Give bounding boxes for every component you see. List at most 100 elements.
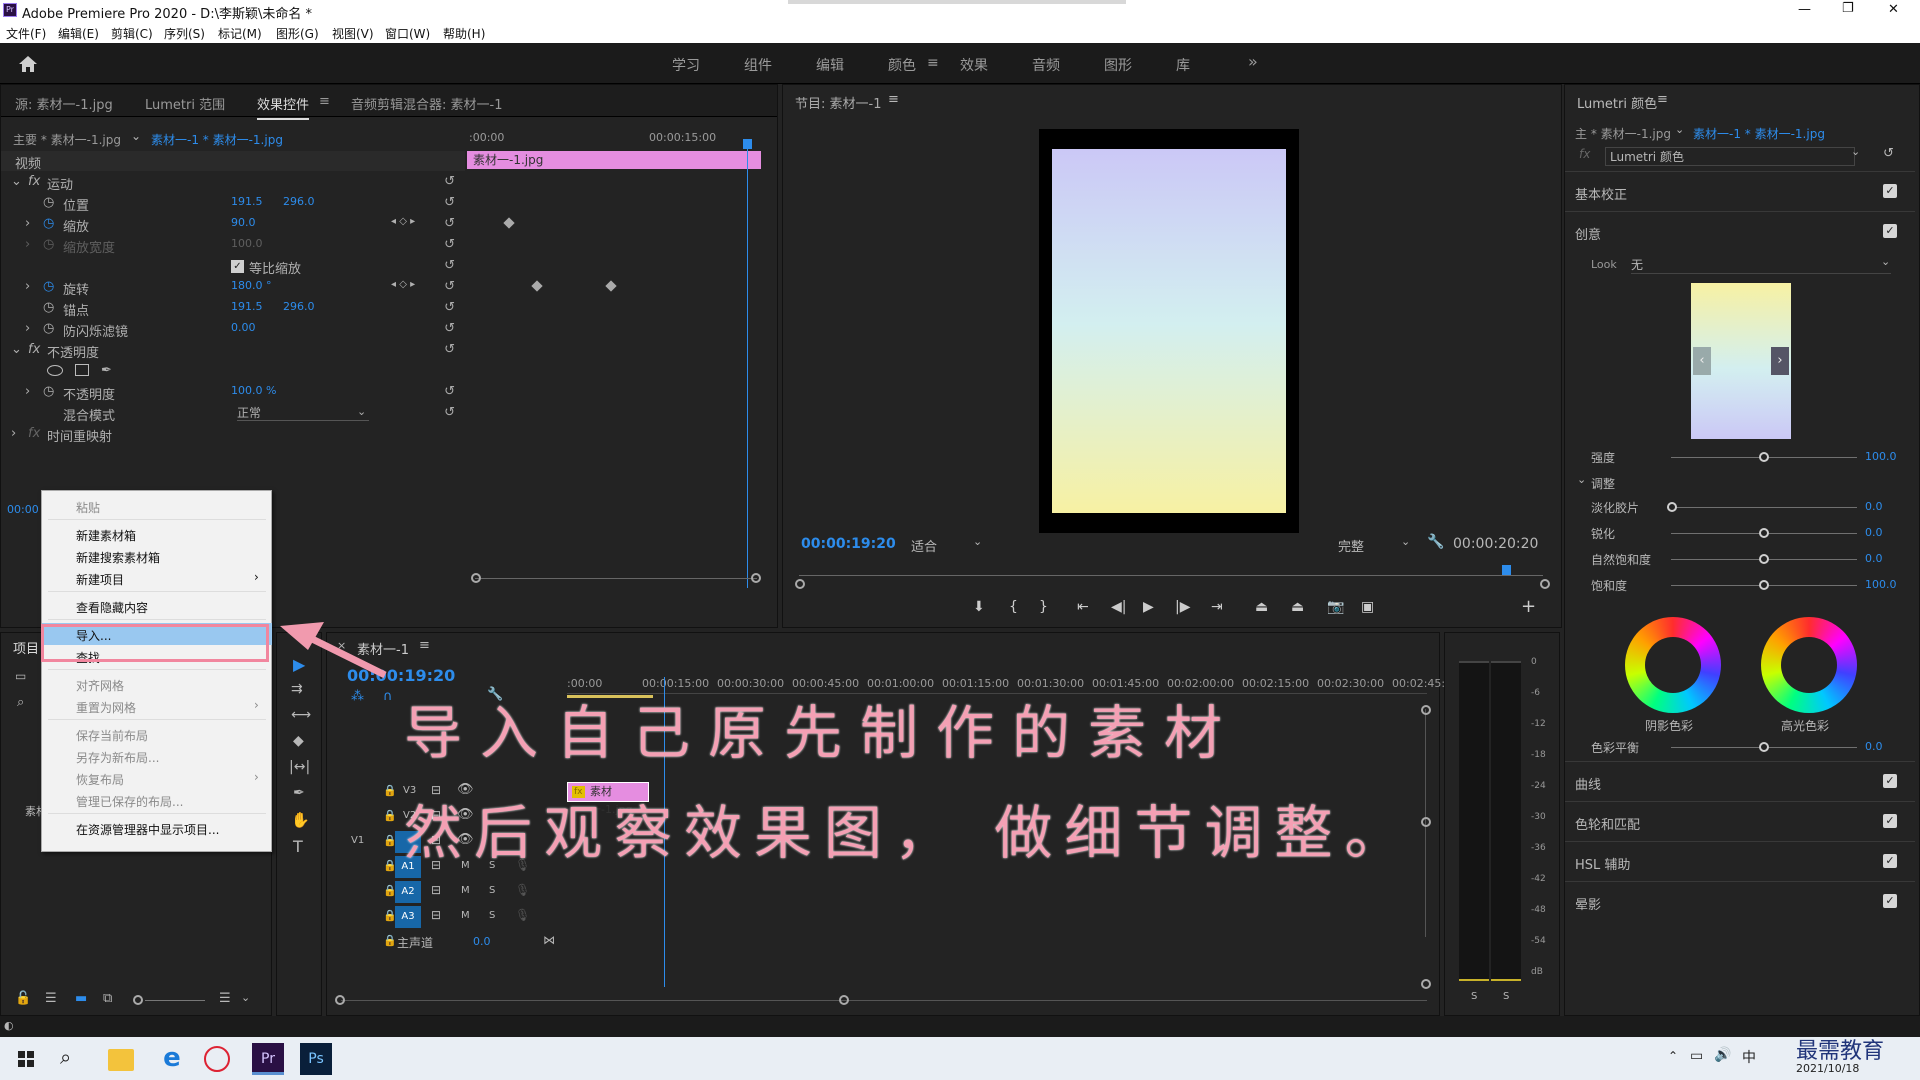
adjust-slider-value[interactable]: 0.0 <box>1865 552 1883 565</box>
step-forward-icon[interactable]: |▶ <box>1175 599 1190 615</box>
expand-arrow-icon[interactable]: › <box>11 426 16 441</box>
effect-opacity[interactable]: ⌄ fx 不透明度 ↺ <box>1 340 465 361</box>
chevron-down-icon[interactable]: ⌄ <box>241 991 250 1004</box>
timeline-scroll-v-handle[interactable] <box>1421 979 1431 989</box>
app-icon[interactable] <box>204 1046 230 1072</box>
intensity-knob[interactable] <box>1759 452 1769 462</box>
track-label-a2[interactable]: A2 <box>395 881 421 903</box>
context-menu-item[interactable]: 在资源管理器中显示项目... <box>42 817 272 839</box>
zoom-handle-left[interactable] <box>471 573 481 583</box>
workspace-editing[interactable]: 编辑 <box>816 55 844 75</box>
adjust-slider-value[interactable]: 0.0 <box>1865 500 1883 513</box>
creative-checkbox[interactable]: ✓ <box>1883 224 1897 238</box>
scale-keyframe[interactable] <box>503 217 515 229</box>
tab-effect-controls[interactable]: 效果控件 <box>257 94 310 120</box>
mark-in-icon[interactable]: { <box>1009 599 1018 615</box>
effect-motion[interactable]: ⌄ fx 运动 ↺ <box>1 172 465 193</box>
stopwatch-active-icon[interactable]: ◷ <box>43 279 54 294</box>
zoom-slider-track[interactable] <box>145 1000 205 1001</box>
track-lock-icon[interactable]: 🔒 <box>383 934 397 947</box>
zoom-scrollbar[interactable] <box>475 578 757 579</box>
opacity-value[interactable]: 100.0 % <box>231 384 276 397</box>
tab-menu-icon[interactable]: ≡ <box>319 94 330 109</box>
chevron-down-icon[interactable]: ⌄ <box>1401 535 1410 548</box>
adjust-collapse-icon[interactable]: ⌄ <box>1577 473 1586 486</box>
param-anchor[interactable]: ◷ 锚点 191.5 296.0 ↺ <box>1 298 465 319</box>
adjust-slider-value[interactable]: 100.0 <box>1865 578 1897 591</box>
menu-window[interactable]: 窗口(W) <box>385 25 430 42</box>
program-scroll-right[interactable] <box>1540 579 1550 589</box>
program-title[interactable]: 节目: 素材一-1 <box>795 93 881 112</box>
timeline-scroll-v-handle[interactable] <box>1421 817 1431 827</box>
section-color-wheels[interactable]: 色轮和匹配 ✓ <box>1565 801 1915 841</box>
anchor-y-value[interactable]: 296.0 <box>283 300 315 313</box>
track-label-a3[interactable]: A3 <box>395 906 421 928</box>
timeline-scroll-handle[interactable] <box>839 995 849 1005</box>
shadow-tint-wheel[interactable] <box>1625 617 1721 713</box>
workspace-libraries[interactable]: 库 <box>1176 55 1190 75</box>
vignette-checkbox[interactable]: ✓ <box>1883 894 1897 908</box>
mic-icon[interactable]: 🎙 <box>515 908 530 922</box>
rectangle-mask-icon[interactable] <box>75 364 89 376</box>
stopwatch-icon[interactable]: ◷ <box>43 321 54 336</box>
meter-solo-right[interactable]: S <box>1503 991 1509 1002</box>
expand-arrow-icon[interactable]: ⌄ <box>11 174 22 189</box>
type-tool-icon[interactable]: T <box>293 837 303 856</box>
param-scale[interactable]: › ◷ 缩放 90.0 ◂ ◇ ▸ ↺ <box>1 214 465 235</box>
source-patch-v1[interactable]: V1 <box>351 835 364 846</box>
compare-view-icon[interactable]: ▣ <box>1361 599 1374 615</box>
volume-icon[interactable]: 🔊 <box>1714 1047 1731 1063</box>
lock-icon[interactable]: 🔓 <box>15 991 31 1006</box>
tint-balance-value[interactable]: 0.0 <box>1865 740 1883 753</box>
stopwatch-icon[interactable]: ◷ <box>43 384 54 399</box>
sequence-clip-label[interactable]: 素材一-1 * 素材一-1.jpg <box>151 131 283 148</box>
close-button[interactable]: ✕ <box>1888 2 1899 17</box>
master-dropdown-icon[interactable]: ⌄ <box>131 129 141 143</box>
reset-icon[interactable]: ↺ <box>444 237 455 252</box>
workspace-graphics[interactable]: 图形 <box>1104 55 1132 75</box>
linked-selection-icon[interactable]: ∩ <box>383 689 393 704</box>
intensity-value[interactable]: 100.0 <box>1865 450 1897 463</box>
track-sync-icon[interactable]: ⊟ <box>431 908 441 922</box>
chevron-down-icon[interactable]: ⌄ <box>1851 145 1860 158</box>
workspace-effects[interactable]: 效果 <box>960 55 988 75</box>
reset-icon[interactable]: ↺ <box>444 321 455 336</box>
timeline-scroll-h[interactable] <box>341 1000 1427 1001</box>
adjust-slider-knob[interactable] <box>1759 528 1769 538</box>
clip-bar[interactable]: 素材一-1.jpg <box>467 151 761 169</box>
track-lock-icon[interactable]: 🔒 <box>383 784 397 797</box>
search-icon[interactable]: ⌕ <box>17 695 24 710</box>
chevron-down-icon[interactable]: ⌄ <box>973 535 982 548</box>
sort-icon[interactable]: ☰ <box>219 991 231 1006</box>
look-select[interactable]: 无 <box>1631 256 1891 274</box>
context-menu-item[interactable]: 查看隐藏内容 <box>42 595 272 617</box>
slip-tool-icon[interactable]: |↔| <box>289 759 310 775</box>
param-opacity[interactable]: › ◷ 不透明度 100.0 % ↺ <box>1 382 465 403</box>
snap-icon[interactable]: ⁂ <box>351 689 364 704</box>
playhead-line[interactable] <box>747 143 748 588</box>
premiere-taskbar-icon[interactable]: Pr <box>252 1043 284 1075</box>
workspace-color[interactable]: 颜色 <box>888 55 916 75</box>
solo-button[interactable]: S <box>489 910 495 921</box>
param-uniform-scale[interactable]: ✓ 等比缩放 ↺ <box>1 256 465 277</box>
menu-clip[interactable]: 剪辑(C) <box>111 25 153 42</box>
chevron-down-icon[interactable]: ⌄ <box>357 405 366 418</box>
minimize-button[interactable]: — <box>1798 2 1811 17</box>
menu-edit[interactable]: 编辑(E) <box>58 25 99 42</box>
play-icon[interactable]: ▶ <box>1143 599 1154 615</box>
program-timeline-bar[interactable] <box>799 575 1543 576</box>
fx-badge[interactable]: fx <box>28 174 40 189</box>
menu-graphics[interactable]: 图形(G) <box>276 25 319 42</box>
chevron-down-icon[interactable]: ⌄ <box>1881 255 1890 268</box>
color-wheels-checkbox[interactable]: ✓ <box>1883 814 1897 828</box>
section-creative[interactable]: 创意 ✓ <box>1565 211 1915 251</box>
timeline-scroll-v-handle[interactable] <box>1421 705 1431 715</box>
program-menu-icon[interactable]: ≡ <box>888 92 899 107</box>
section-vignette[interactable]: 晕影 ✓ <box>1565 881 1915 921</box>
wrench-icon[interactable]: 🔧 <box>1427 534 1444 550</box>
lumetri-clip-label[interactable]: 素材一-1 * 素材一-1.jpg <box>1693 125 1825 142</box>
razor-tool-icon[interactable]: ◆ <box>293 733 304 749</box>
workspace-audio[interactable]: 音频 <box>1032 55 1060 75</box>
program-playhead[interactable] <box>1502 565 1511 575</box>
param-anti-flicker[interactable]: › ◷ 防闪烁滤镜 0.00 ↺ <box>1 319 465 340</box>
